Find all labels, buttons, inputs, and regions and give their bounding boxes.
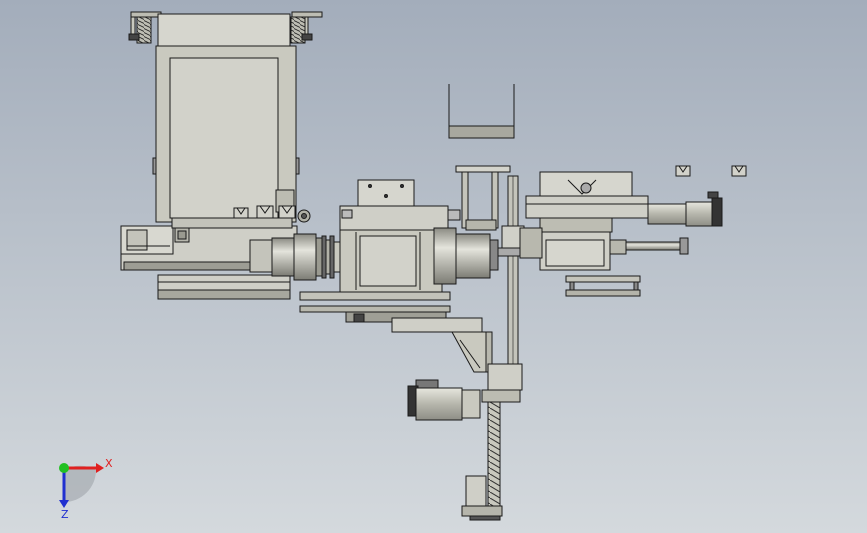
- machine-assembly: [120, 11, 747, 521]
- z-axis-arrowhead: [59, 500, 69, 508]
- servo-motor-lower: [407, 379, 481, 421]
- support-bracket: [451, 331, 493, 373]
- cross-slide-assembly: [519, 171, 689, 297]
- y-axis-dot: [59, 463, 69, 473]
- cad-viewport[interactable]: X Z: [0, 0, 867, 533]
- triad-shadow: [64, 465, 96, 502]
- coordinate-triad: X Z: [59, 457, 113, 521]
- x-axis-arrowhead: [96, 463, 104, 473]
- central-gearbox: [339, 179, 499, 293]
- hopper-cabinet: [128, 11, 323, 223]
- spindle-assembly: [249, 233, 343, 281]
- floating-clamps: [675, 165, 747, 177]
- z-axis-label: Z: [61, 508, 69, 521]
- x-axis-label: X: [105, 457, 113, 470]
- top-bin: [448, 84, 515, 139]
- servo-motor-right: [647, 191, 723, 227]
- lower-rails: [299, 291, 483, 333]
